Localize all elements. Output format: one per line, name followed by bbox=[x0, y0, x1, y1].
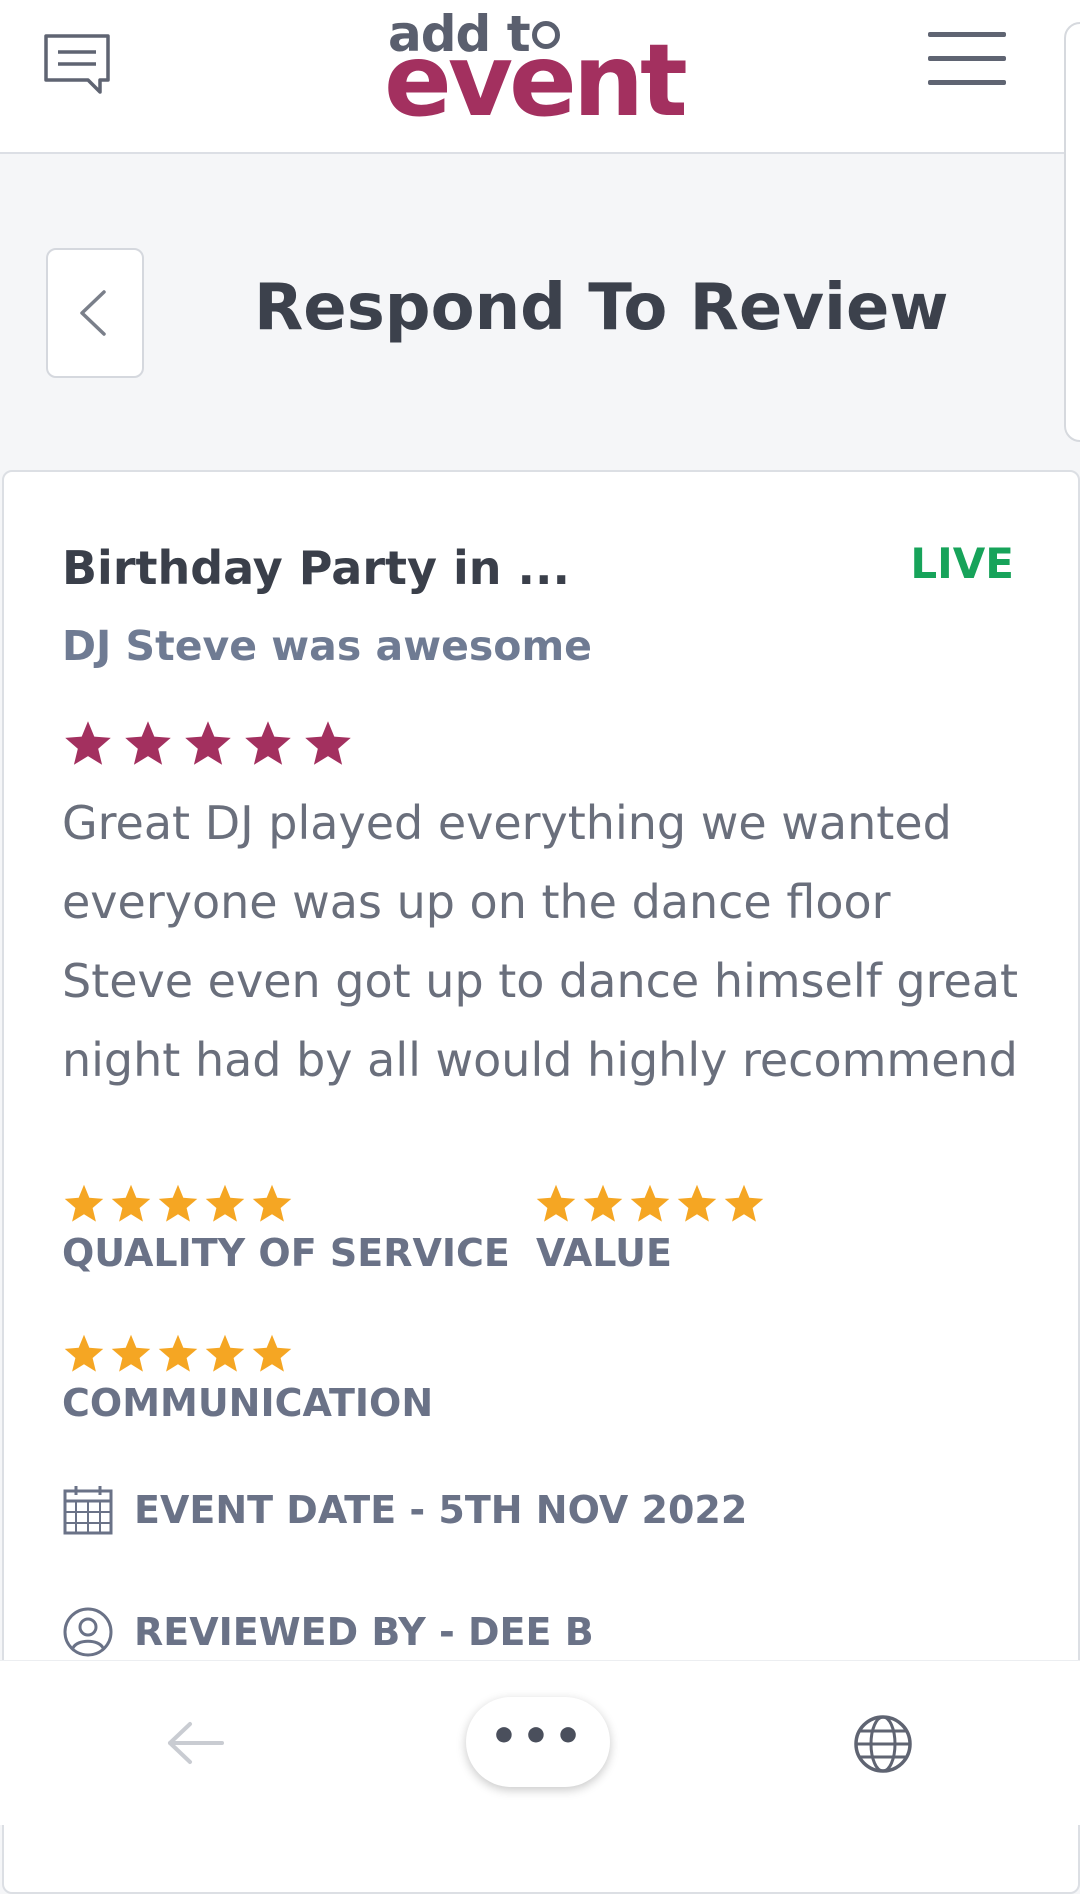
star-icon bbox=[205, 1184, 245, 1222]
chevron-left-icon bbox=[80, 290, 106, 336]
star-icon bbox=[724, 1184, 764, 1222]
browser-bottom-bar: ••• bbox=[0, 1660, 1080, 1825]
event-date: EVENT DATE - 5TH NOV 2022 bbox=[134, 1488, 748, 1532]
event-date-row: EVENT DATE - 5TH NOV 2022 bbox=[62, 1484, 747, 1536]
value-stars bbox=[534, 1182, 766, 1226]
quality-of-service-stars bbox=[62, 1182, 294, 1226]
star-icon bbox=[536, 1184, 576, 1222]
star-icon bbox=[252, 1184, 292, 1222]
arrow-left-icon[interactable] bbox=[166, 1721, 224, 1765]
star-icon bbox=[305, 721, 351, 765]
calendar-icon bbox=[63, 1486, 113, 1535]
star-icon bbox=[158, 1184, 198, 1222]
add-to-event-logo[interactable]: add t event bbox=[384, 4, 688, 136]
value-label: VALUE bbox=[536, 1231, 672, 1275]
quality-of-service-label: QUALITY OF SERVICE bbox=[62, 1231, 510, 1275]
overall-rating-stars bbox=[62, 718, 354, 770]
side-panel-edge bbox=[1064, 22, 1080, 442]
review-headline: DJ Steve was awesome bbox=[62, 622, 592, 670]
star-icon bbox=[205, 1334, 245, 1372]
event-title: Birthday Party in ... bbox=[62, 541, 570, 595]
star-icon bbox=[125, 721, 171, 765]
star-icon bbox=[65, 721, 111, 765]
star-icon bbox=[185, 721, 231, 765]
reviewed-by: REVIEWED BY - DEE B bbox=[134, 1610, 594, 1654]
star-icon bbox=[677, 1184, 717, 1222]
more-options-button[interactable]: ••• bbox=[466, 1697, 610, 1787]
user-icon bbox=[63, 1607, 113, 1657]
chat-icon[interactable] bbox=[42, 32, 112, 96]
page-title: Respond To Review bbox=[254, 271, 949, 345]
star-icon bbox=[111, 1334, 151, 1372]
star-icon bbox=[252, 1334, 292, 1372]
star-icon bbox=[111, 1184, 151, 1222]
logo-event: event bbox=[384, 22, 688, 139]
star-icon bbox=[630, 1184, 670, 1222]
translate-icon[interactable] bbox=[852, 1713, 914, 1775]
star-icon bbox=[64, 1334, 104, 1372]
star-icon bbox=[583, 1184, 623, 1222]
back-button[interactable] bbox=[46, 248, 144, 378]
app-header: add t event bbox=[0, 0, 1080, 154]
star-icon bbox=[64, 1184, 104, 1222]
status-badge: LIVE bbox=[910, 539, 1014, 588]
hamburger-menu-icon[interactable] bbox=[928, 32, 1006, 88]
communication-label: COMMUNICATION bbox=[62, 1381, 434, 1425]
star-icon bbox=[245, 721, 291, 765]
reviewed-by-row: REVIEWED BY - DEE B bbox=[62, 1606, 594, 1658]
star-icon bbox=[158, 1334, 198, 1372]
communication-stars bbox=[62, 1332, 294, 1376]
review-text: Great DJ played everything we wanted eve… bbox=[62, 796, 1019, 1087]
